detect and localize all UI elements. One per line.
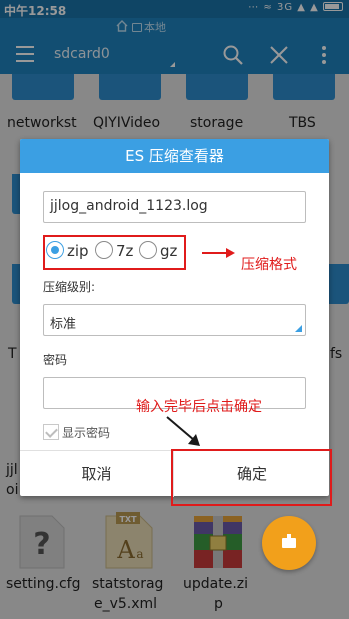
format-highlight-box [43,235,186,270]
toolbox-icon [282,534,296,548]
cancel-button[interactable]: 取消 [20,451,174,497]
compression-level-select[interactable]: 标准 [43,304,306,336]
arrow-right-icon [202,248,235,258]
show-password-checkbox[interactable]: 显示密码 [43,424,110,441]
dialog-title: ES 压缩查看器 [20,139,329,173]
compression-level-label: 压缩级别: [43,280,96,294]
checkbox-icon [43,424,59,440]
fab-button[interactable] [262,516,316,570]
password-label: 密码 [43,353,68,367]
filename-input[interactable]: jjlog_android_1123.log [43,191,306,223]
dropdown-corner-icon [295,325,302,332]
confirm-annotation: 输入完毕后点击确定 [136,399,262,415]
format-annotation: 压缩格式 [241,257,297,273]
compression-level-value: 标准 [50,317,77,332]
ok-highlight-box [171,449,332,506]
arrow-down-right-icon [166,416,200,446]
show-password-label: 显示密码 [62,426,111,440]
